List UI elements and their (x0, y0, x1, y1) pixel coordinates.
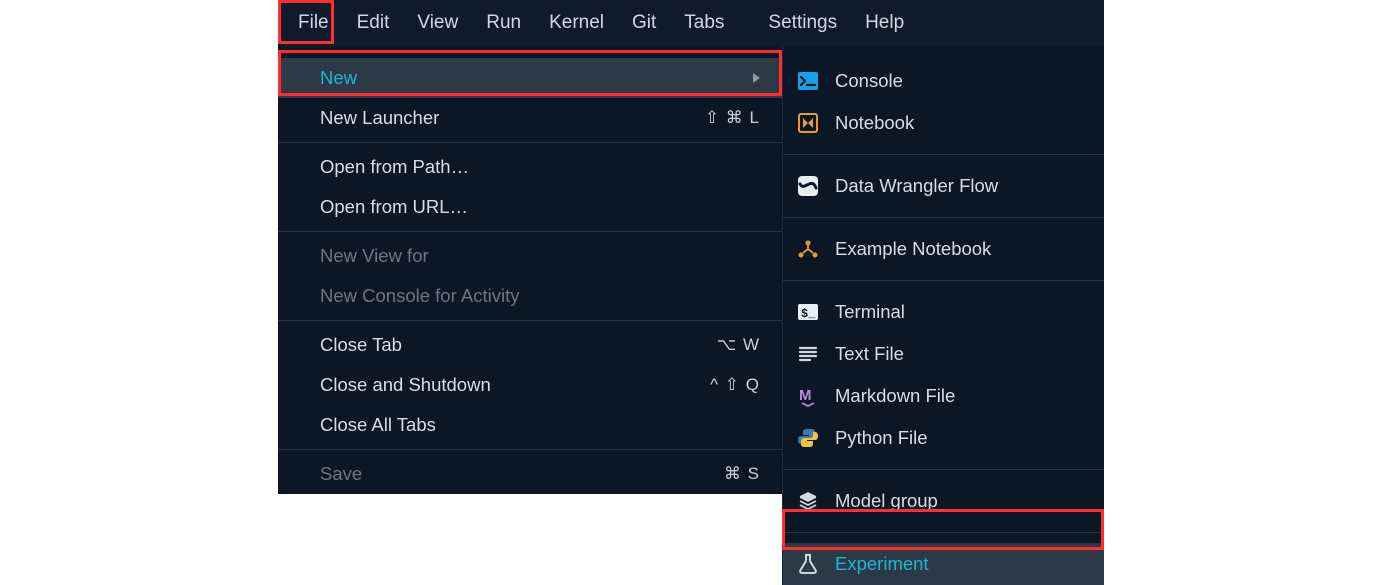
chevron-right-icon (753, 73, 760, 83)
example-notebook-icon (795, 236, 821, 262)
menu-kernel[interactable]: Kernel (535, 6, 618, 40)
terminal-icon: $_ (795, 299, 821, 325)
menu-view[interactable]: View (403, 6, 472, 40)
python-icon (795, 425, 821, 451)
submenu-item-label: Example Notebook (835, 238, 991, 260)
menu-edit[interactable]: Edit (343, 6, 404, 40)
menu-item-save: Save ⌘ S (278, 454, 782, 494)
menu-item-new[interactable]: New (278, 58, 782, 98)
markdown-icon: M (795, 383, 821, 409)
file-dropdown: New New Launcher ⇧ ⌘ L Open from Path… O… (278, 46, 782, 494)
menu-separator (783, 280, 1104, 281)
menu-item-new-launcher[interactable]: New Launcher ⇧ ⌘ L (278, 98, 782, 138)
model-group-icon (795, 488, 821, 514)
menu-item-label: Open from URL… (320, 196, 468, 218)
submenu-item-label: Notebook (835, 112, 914, 134)
submenu-item-experiment[interactable]: Experiment (783, 543, 1104, 585)
submenu-item-label: Text File (835, 343, 904, 365)
svg-text:$_: $_ (801, 307, 816, 321)
submenu-item-label: Markdown File (835, 385, 955, 407)
menu-item-new-console-for-activity: New Console for Activity (278, 276, 782, 316)
menu-item-label: New (320, 67, 357, 89)
submenu-item-label: Terminal (835, 301, 905, 323)
menu-item-close-tab[interactable]: Close Tab ⌥ W (278, 325, 782, 365)
menu-separator (783, 154, 1104, 155)
menu-separator (278, 231, 782, 232)
submenu-item-text-file[interactable]: Text File (783, 333, 1104, 375)
submenu-item-label: Experiment (835, 553, 929, 575)
menu-item-label: Save (320, 463, 362, 485)
menu-item-close-all-tabs[interactable]: Close All Tabs (278, 405, 782, 445)
submenu-item-python-file[interactable]: Python File (783, 417, 1104, 459)
submenu-item-data-wrangler[interactable]: Data Wrangler Flow (783, 165, 1104, 207)
submenu-item-markdown-file[interactable]: M Markdown File (783, 375, 1104, 417)
menu-item-label: Open from Path… (320, 156, 469, 178)
menu-item-new-view-for: New View for (278, 236, 782, 276)
shortcut-text: ⌘ S (724, 464, 760, 484)
menu-separator (278, 320, 782, 321)
menu-item-open-from-url[interactable]: Open from URL… (278, 187, 782, 227)
console-icon (795, 68, 821, 94)
menu-separator (278, 142, 782, 143)
menu-separator (783, 217, 1104, 218)
submenu-item-model-group[interactable]: Model group (783, 480, 1104, 522)
svg-text:M: M (799, 387, 812, 404)
submenu-item-example-notebook[interactable]: Example Notebook (783, 228, 1104, 270)
submenu-item-console[interactable]: Console (783, 60, 1104, 102)
menu-separator (783, 532, 1104, 533)
menu-item-label: Close and Shutdown (320, 374, 491, 396)
menu-file[interactable]: File (284, 6, 343, 40)
menu-run[interactable]: Run (472, 6, 535, 40)
menu-help[interactable]: Help (851, 6, 918, 40)
menu-settings[interactable]: Settings (754, 6, 851, 40)
text-file-icon (795, 341, 821, 367)
menu-item-close-and-shutdown[interactable]: Close and Shutdown ^ ⇧ Q (278, 365, 782, 405)
menu-item-label: New View for (320, 245, 429, 267)
data-wrangler-icon (795, 173, 821, 199)
menu-item-label: New Launcher (320, 107, 439, 129)
menu-tabs[interactable]: Tabs (670, 6, 738, 40)
menu-item-open-from-path[interactable]: Open from Path… (278, 147, 782, 187)
menu-item-label: Close Tab (320, 334, 402, 356)
submenu-item-terminal[interactable]: $_ Terminal (783, 291, 1104, 333)
menu-item-label: Close All Tabs (320, 414, 436, 436)
notebook-icon (795, 110, 821, 136)
menu-git[interactable]: Git (618, 6, 670, 40)
submenu-item-label: Python File (835, 427, 928, 449)
menu-item-label: New Console for Activity (320, 285, 519, 307)
submenu-item-label: Data Wrangler Flow (835, 175, 998, 197)
submenu-item-label: Model group (835, 490, 938, 512)
new-submenu: Console Notebook Data Wrangler Flow Exam… (782, 46, 1104, 585)
menu-separator (783, 469, 1104, 470)
submenu-item-label: Console (835, 70, 903, 92)
experiment-icon (795, 551, 821, 577)
shortcut-text: ⇧ ⌘ L (705, 108, 760, 128)
shortcut-text: ⌥ W (717, 335, 760, 355)
submenu-item-notebook[interactable]: Notebook (783, 102, 1104, 144)
menu-separator (278, 449, 782, 450)
menubar: File Edit View Run Kernel Git Tabs Setti… (278, 0, 1104, 46)
shortcut-text: ^ ⇧ Q (710, 375, 760, 395)
